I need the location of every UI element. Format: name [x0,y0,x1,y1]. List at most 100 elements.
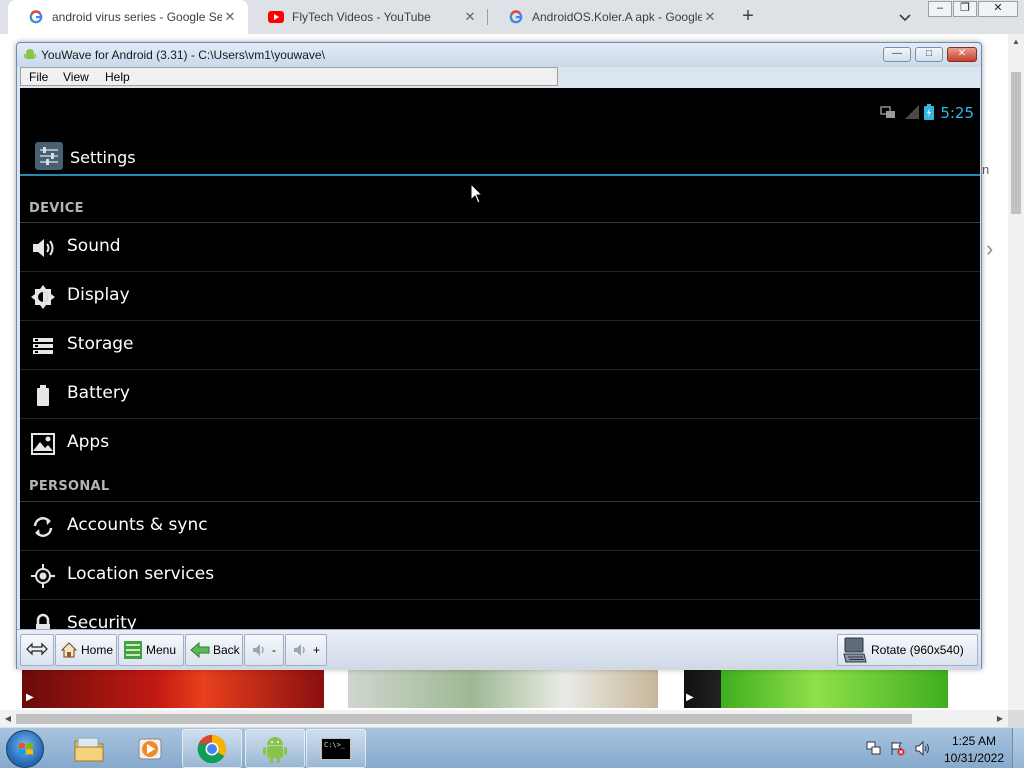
menu-help[interactable]: Help [105,70,130,84]
menu-icon [123,640,143,660]
home-button[interactable]: Home [55,634,117,666]
back-arrow-icon [190,640,210,660]
clock-date[interactable]: 10/31/2022 [940,751,1008,765]
show-desktop-button[interactable] [1012,728,1024,768]
close-icon[interactable]: ✕ [462,9,478,25]
storage-icon [30,333,56,359]
tab-title: FlyTech Videos - YouTube [292,10,431,24]
video-thumbnail[interactable] [348,670,658,708]
browser-minimize-button[interactable]: – [928,1,952,17]
scroll-left-icon[interactable]: ◀ [0,710,16,727]
youwave-minimize-button[interactable]: — [883,47,911,62]
browser-restore-button[interactable]: ❐ [953,1,977,17]
clock-time[interactable]: 1:25 AM [944,734,1004,748]
browser-close-button[interactable]: ✕ [978,1,1018,17]
settings-item-label: Apps [67,432,110,452]
settings-item-sound[interactable]: Sound [20,223,980,272]
lock-icon [30,612,56,629]
windows-taskbar: C:\>_ 1:25 AM 10/31/2022 [0,727,1024,768]
android-screen[interactable]: 5:25 Settings DEVICE Sound Display Stora… [20,88,980,629]
action-bar-title: Settings [70,148,136,167]
browser-tab-strip: android virus series - Google Sea ✕ FlyT… [0,0,1024,34]
youwave-toolbar: Home Menu Back - + Rotate (960x540) [17,629,981,669]
volume-down-button[interactable]: - [244,634,284,666]
settings-item-accounts-sync[interactable]: Accounts & sync [20,502,980,551]
play-icon[interactable]: ▶ [686,692,694,703]
youtube-icon [268,9,284,25]
menu-button[interactable]: Menu [118,634,184,666]
back-button[interactable]: Back [185,634,243,666]
settings-item-label: Display [67,285,130,305]
rotate-label: Rotate (960x540) [871,643,964,657]
back-label: Back [213,643,240,657]
scrollbar-thumb[interactable] [16,714,912,724]
close-icon[interactable]: ✕ [702,9,718,25]
settings-item-label: Battery [67,383,130,403]
menu-file[interactable]: File [29,70,48,84]
google-g-icon [28,9,44,25]
play-icon[interactable]: ▶ [26,692,34,703]
cmd-label: C:\>_ [321,737,351,760]
settings-item-location[interactable]: Location services [20,551,980,600]
brightness-icon [30,284,56,310]
settings-item-battery[interactable]: Battery [20,370,980,419]
action-center-flag-icon[interactable] [890,741,905,756]
volume-up-label: + [313,643,321,657]
scrollbar-thumb[interactable] [1011,72,1021,214]
status-time: 5:25 [940,104,974,122]
location-icon [30,563,56,589]
google-g-icon [508,9,524,25]
settings-item-storage[interactable]: Storage [20,321,980,370]
settings-app-icon[interactable] [35,142,63,170]
youwave-close-button[interactable]: ✕ [947,47,977,62]
horizontal-scrollbar[interactable]: ◀ ▶ [0,710,1008,727]
network-tray-icon[interactable] [866,741,881,756]
youwave-title-bar[interactable]: YouWave for Android (3.31) - C:\Users\vm… [17,43,981,67]
home-label: Home [81,643,114,657]
chrome-icon[interactable] [182,729,242,768]
menu-view[interactable]: View [63,70,89,84]
background-text-fragment: n [982,162,990,177]
youwave-icon[interactable] [245,729,305,768]
tab-koler-search[interactable]: AndroidOS.Koler.A apk - Google ✕ [488,0,728,34]
mouse-cursor-icon [470,182,484,205]
tab-title: android virus series - Google Sea [52,10,222,24]
settings-item-label: Accounts & sync [67,515,208,535]
battery-status-icon [924,104,934,120]
speaker-icon [249,640,269,660]
youwave-restore-button[interactable]: □ [915,47,943,62]
cmd-icon[interactable]: C:\>_ [306,729,366,768]
settings-item-apps[interactable]: Apps [20,419,980,468]
scroll-right-icon[interactable]: ▶ [992,710,1008,727]
settings-item-display[interactable]: Display [20,272,980,321]
youwave-menu-bar: File View Help [20,67,558,86]
menu-label: Menu [146,643,177,657]
rotate-button[interactable]: Rotate (960x540) [837,634,978,666]
media-player-icon[interactable] [120,729,180,768]
tab-google-search[interactable]: android virus series - Google Sea ✕ [8,0,248,34]
volume-up-button[interactable]: + [285,634,327,666]
speaker-icon [30,235,56,261]
scroll-up-icon[interactable]: ▲ [1008,34,1024,50]
video-thumbnail[interactable] [22,670,324,708]
resize-button[interactable] [20,634,54,666]
video-thumbnail[interactable] [684,670,948,708]
tab-youtube[interactable]: FlyTech Videos - YouTube ✕ [248,0,488,34]
settings-item-security[interactable]: Security [20,600,980,629]
chevron-down-icon[interactable] [896,8,914,26]
section-header-personal: PERSONAL [29,479,110,494]
explorer-icon[interactable] [59,729,119,768]
vertical-scrollbar[interactable]: ▲ [1008,34,1024,710]
apps-icon [30,431,56,457]
home-icon [60,640,78,660]
close-icon[interactable]: ✕ [222,9,238,25]
action-bar-divider [20,174,980,176]
section-header-device: DEVICE [29,201,84,216]
volume-tray-icon[interactable] [915,740,930,757]
start-button[interactable] [6,730,44,768]
network-icon [880,104,896,120]
settings-item-label: Security [67,613,137,629]
chevron-right-icon[interactable]: › [986,236,993,262]
new-tab-button[interactable]: + [738,6,758,27]
signal-icon [904,104,920,120]
